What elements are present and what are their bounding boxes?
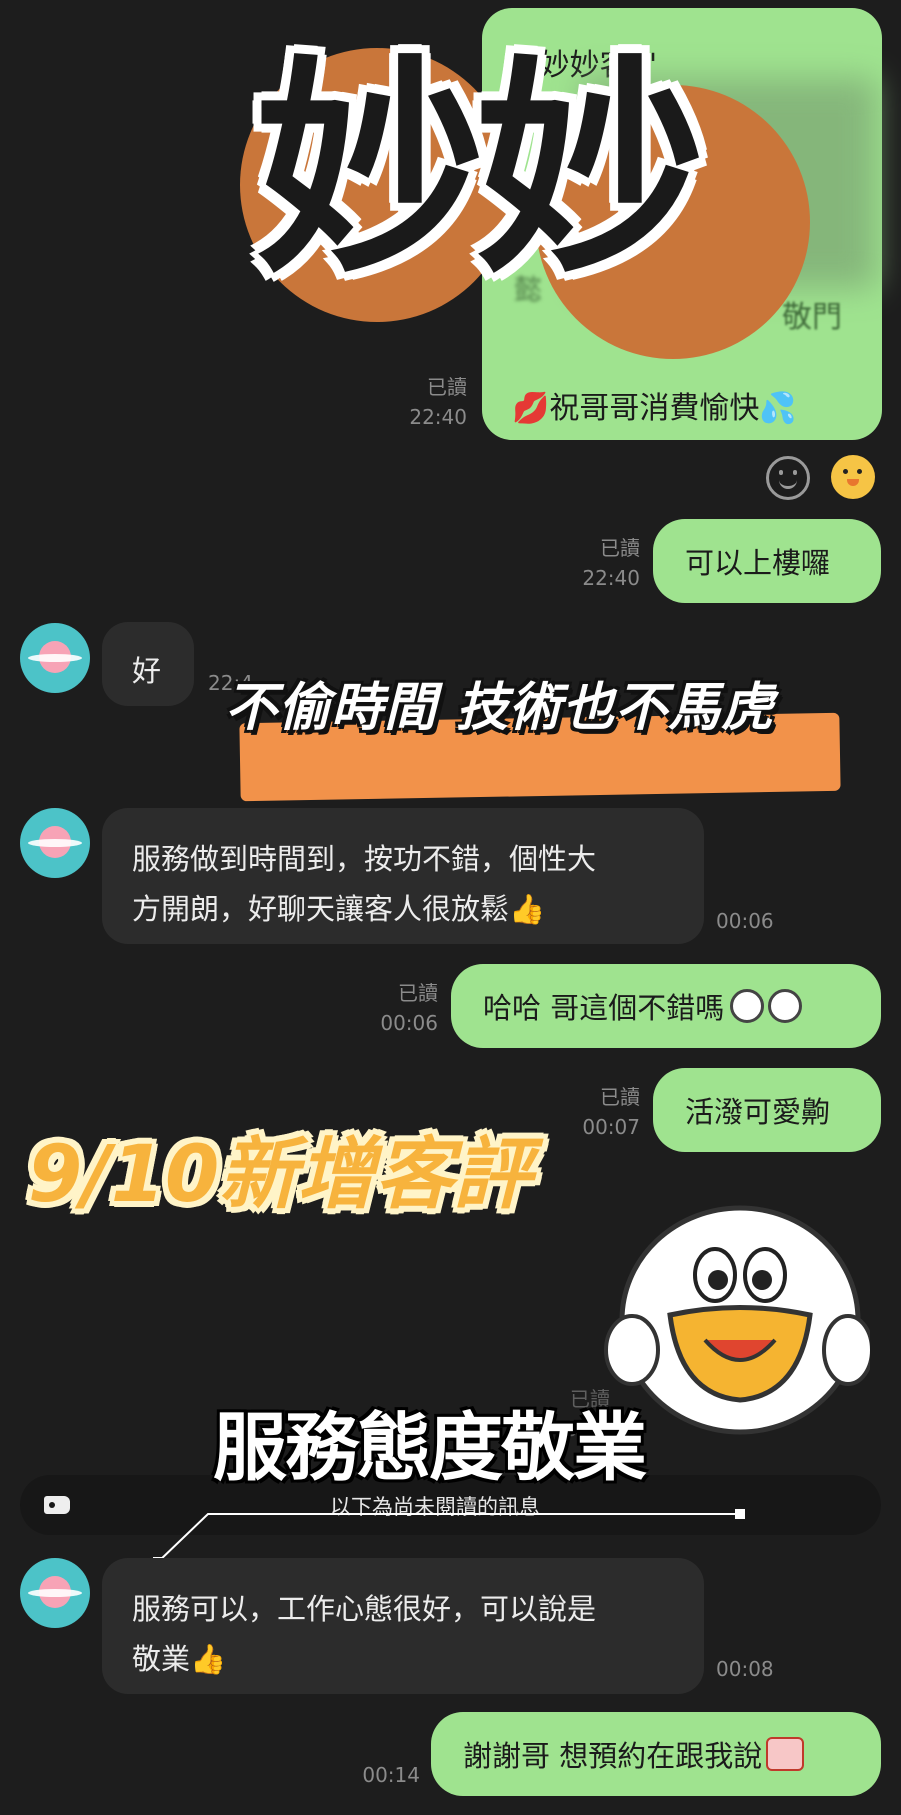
avatar[interactable] (20, 623, 90, 693)
smile-icon[interactable] (766, 456, 810, 500)
message-text: 敬業👍 (132, 1642, 227, 1676)
read-receipt: 已讀 22:40 (582, 536, 640, 590)
message-time: 00:08 (716, 1657, 774, 1681)
message-text: 服務做到時間到，按功不錯，個性大 (132, 842, 597, 876)
message-bubble-outgoing[interactable]: 活潑可愛齁 (653, 1068, 881, 1152)
tiger-emoji-icon (730, 989, 765, 1023)
message-bubble-incoming[interactable]: 服務可以，工作心態很好，可以說是 敬業👍 (102, 1558, 704, 1694)
message-text: 服務可以，工作心態很好，可以說是 (132, 1592, 597, 1626)
message-time: 00:06 (716, 909, 774, 933)
thanks-sticker-icon (766, 1737, 805, 1771)
read-receipt: 已讀 00:06 (380, 981, 438, 1035)
avatar[interactable] (20, 1558, 90, 1628)
message-text: 方開朗，好聊天讓客人很放鬆👍 (132, 892, 546, 926)
date-title: 9/10新增客評 (28, 1130, 532, 1220)
banner-text: 不偷時間 技術也不馬虎 (225, 678, 775, 738)
message-time: 00:14 (362, 1763, 420, 1787)
message-text: 哈哈 哥這個不錯嗎 (483, 991, 725, 1025)
message-bubble-incoming[interactable]: 好 (102, 622, 194, 706)
chick-sticker-icon[interactable] (831, 455, 875, 499)
avatar[interactable] (20, 808, 90, 878)
message-bubble-outgoing[interactable]: 謝謝哥 想預約在跟我說 (431, 1712, 881, 1796)
message-bubble-incoming[interactable]: 服務做到時間到，按功不錯，個性大 方開朗，好聊天讓客人很放鬆👍 (102, 808, 704, 944)
title-big: 妙妙 (255, 38, 705, 305)
message-text: 謝謝哥 想預約在跟我說 (463, 1739, 763, 1773)
read-receipt: 已讀 00:07 (582, 1085, 640, 1139)
message-text: 好 (132, 654, 162, 688)
message-bubble-outgoing[interactable]: 可以上樓囉 (653, 519, 881, 603)
message-text: 活潑可愛齁 (685, 1095, 831, 1129)
message-bubble-outgoing[interactable]: 哈哈 哥這個不錯嗎 (451, 964, 881, 1048)
tiger-emoji-icon (768, 989, 803, 1023)
message-text: 可以上樓囉 (685, 546, 831, 580)
stamp-text: 服務態度敬業 (213, 1405, 647, 1491)
